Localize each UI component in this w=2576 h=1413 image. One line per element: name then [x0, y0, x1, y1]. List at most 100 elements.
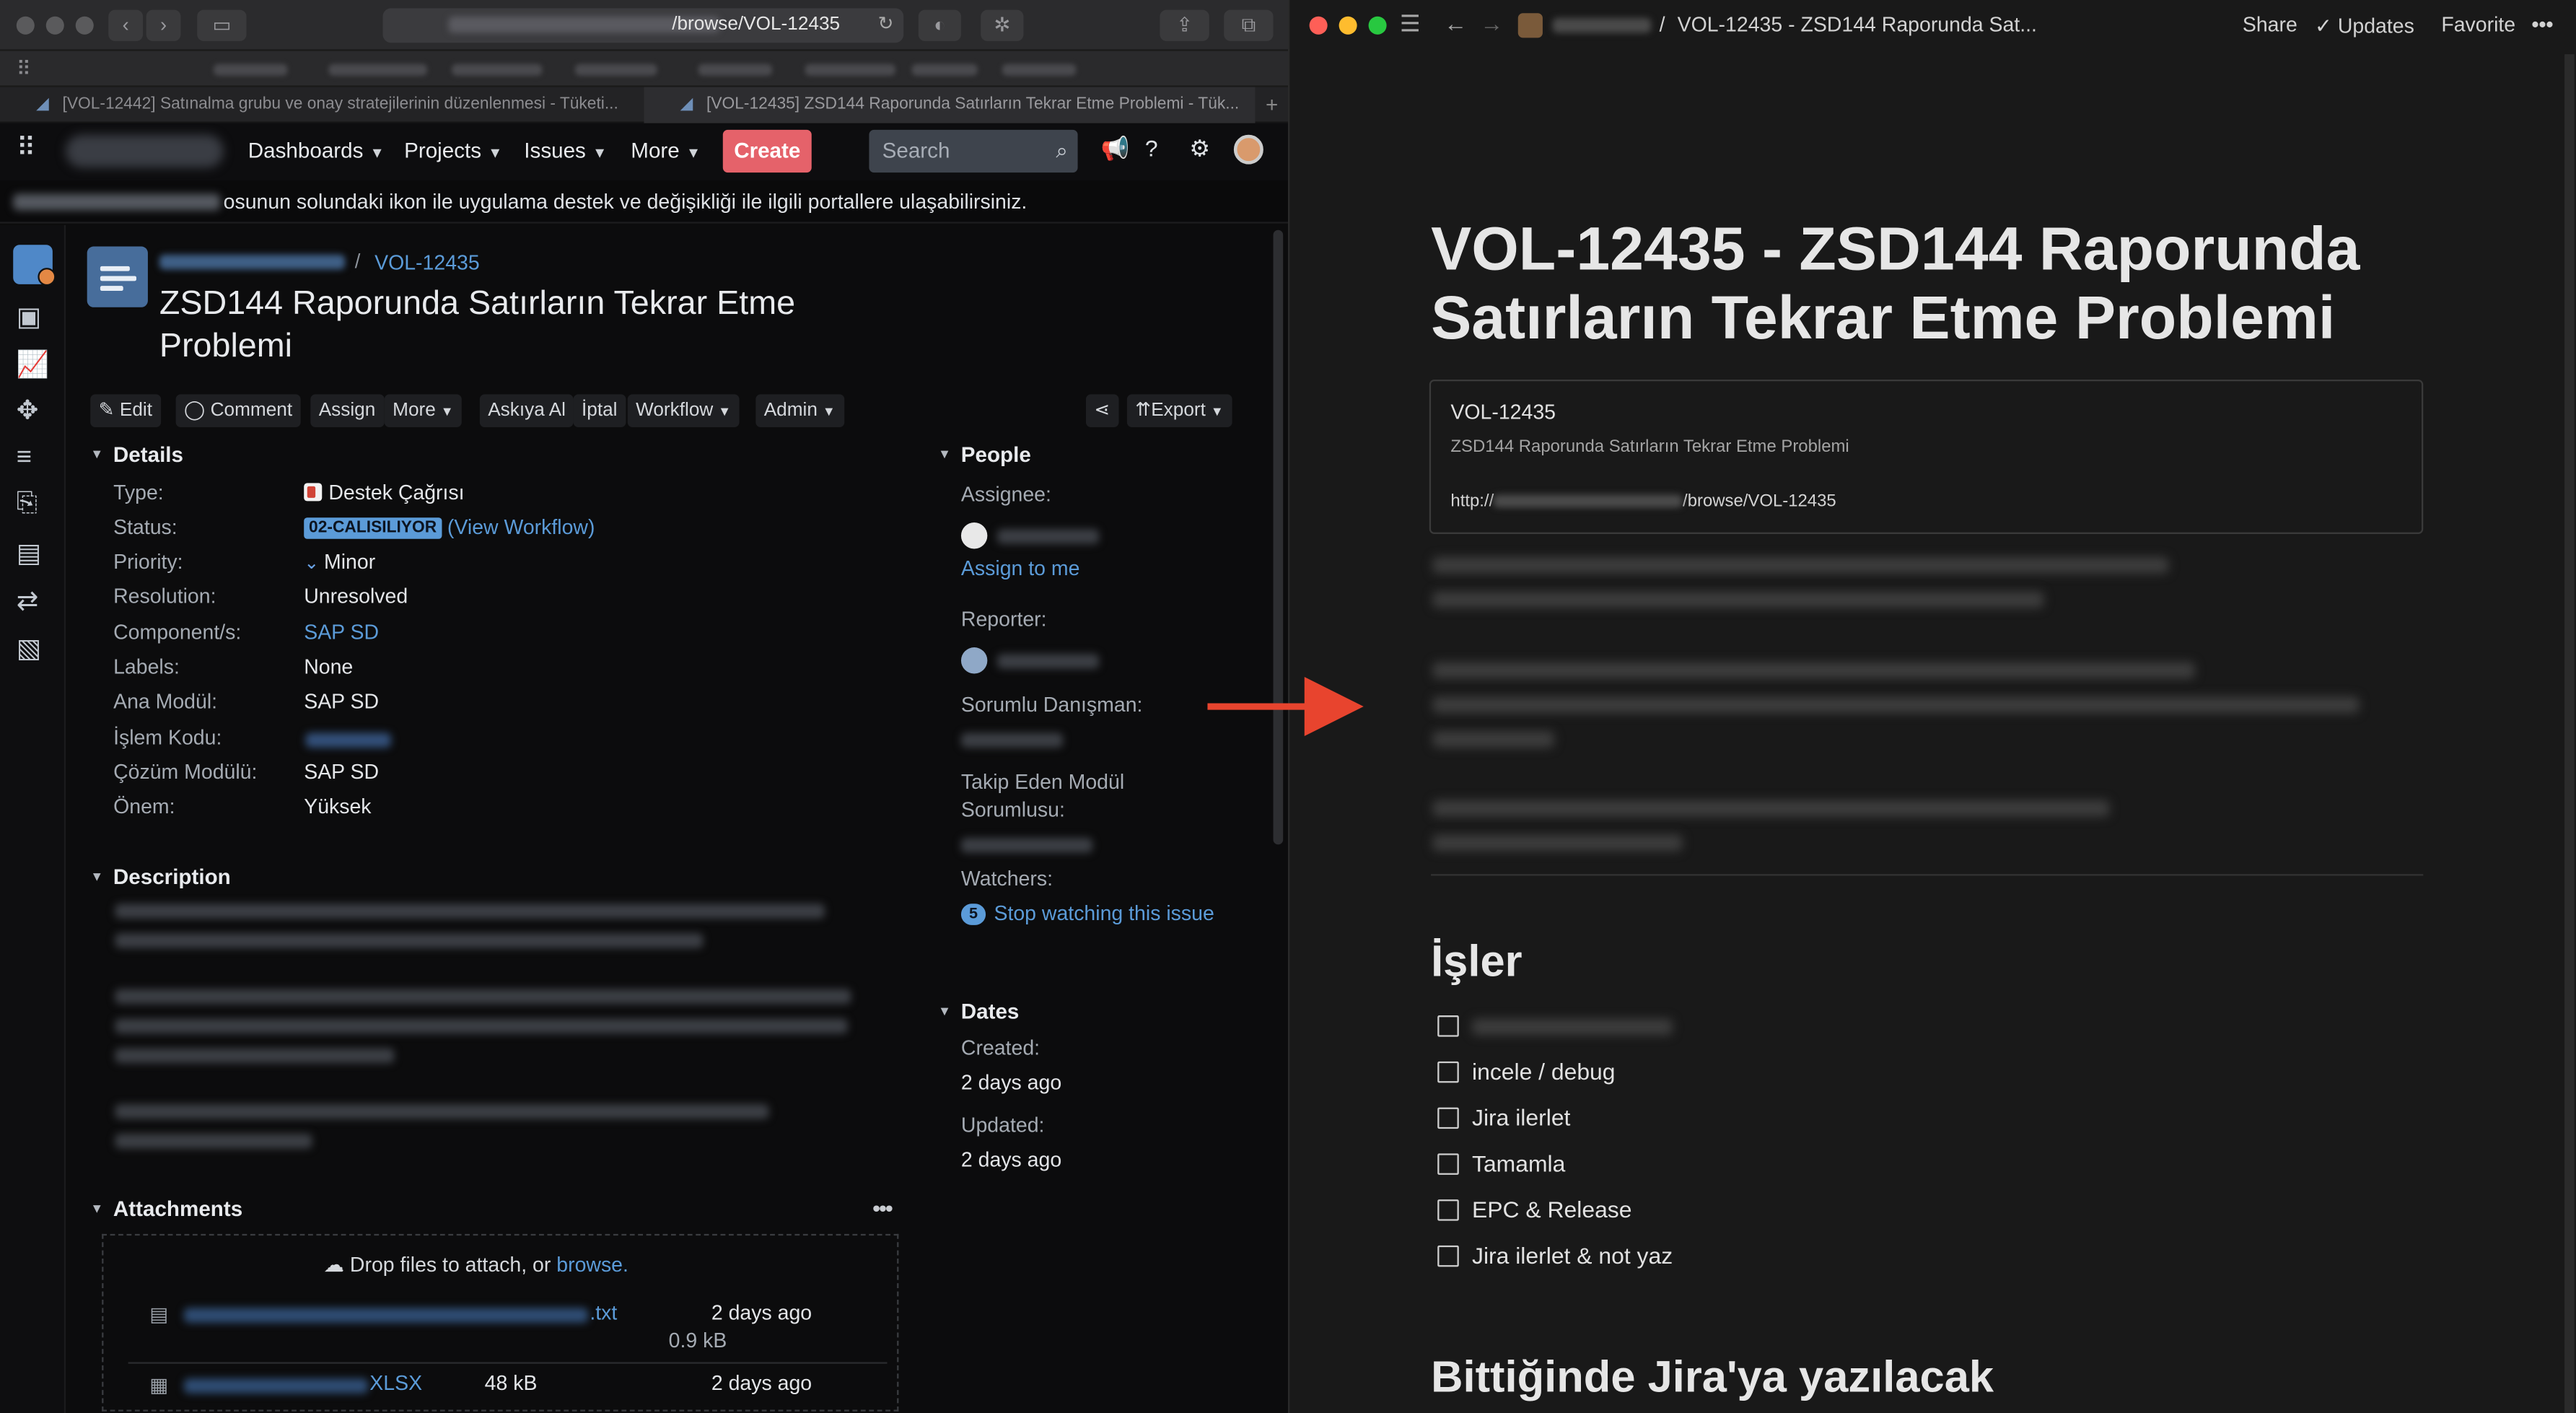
scrollbar[interactable]	[1273, 229, 1284, 845]
app-switcher-icon[interactable]: ⠿	[17, 136, 36, 162]
attachments-heading[interactable]: ▼ Attachments	[90, 1197, 242, 1221]
attachment-name-redacted[interactable]	[184, 1378, 369, 1394]
favorites-grid-icon[interactable]: ⠿	[17, 58, 31, 81]
issues-list-icon[interactable]: ≡	[17, 444, 32, 473]
browse-link[interactable]: browse.	[556, 1254, 628, 1277]
back-arrow-icon[interactable]: ←	[1444, 10, 1467, 36]
search-input[interactable]: Search ⌕	[869, 129, 1078, 173]
redacted-text-line[interactable]	[1432, 556, 2169, 574]
image-icon[interactable]: ▧	[17, 633, 41, 666]
redacted-text-line[interactable]	[1432, 834, 1683, 852]
privacy-icon[interactable]: ◐	[918, 9, 961, 41]
page-title[interactable]: VOL-12435 - ZSD144 Raporunda Satırların …	[1431, 215, 2482, 353]
breadcrumb-issue-key[interactable]: VOL-12435	[374, 251, 480, 274]
back-icon[interactable]: ‹	[108, 9, 144, 41]
view-workflow-link[interactable]: (View Workflow)	[447, 516, 595, 539]
browser-tab-active[interactable]: ◢ [VOL-12435] ZSD144 Raporunda Satırları…	[644, 87, 1256, 123]
dates-heading[interactable]: ▼ Dates	[938, 999, 1019, 1023]
close-window-button[interactable]	[1309, 16, 1328, 35]
tabs-overview-icon[interactable]: ⧉	[1224, 9, 1274, 41]
admin-button[interactable]: Admin ▼	[755, 394, 844, 427]
contacts-icon[interactable]: ▤	[17, 538, 41, 571]
scrollbar[interactable]	[2564, 54, 2575, 1413]
user-avatar[interactable]	[1233, 134, 1263, 165]
forward-arrow-icon[interactable]: →	[1480, 10, 1503, 36]
favorite-item[interactable]	[1002, 64, 1077, 76]
iptal-button[interactable]: İptal	[573, 394, 626, 427]
component-link[interactable]: SAP SD	[304, 621, 379, 644]
breadcrumb-page[interactable]: VOL-12435 - ZSD144 Raporunda Sat...	[1678, 13, 2037, 36]
close-window-button[interactable]	[16, 16, 35, 35]
forward-icon[interactable]: ›	[146, 9, 181, 41]
redacted-text-line[interactable]	[1432, 731, 1554, 748]
reporter-name-redacted[interactable]	[997, 654, 1100, 669]
favorite-item[interactable]	[328, 64, 427, 76]
zoom-window-button[interactable]	[1368, 16, 1387, 35]
share-button[interactable]: Share	[2243, 13, 2297, 36]
components-icon[interactable]: ✥	[17, 394, 39, 427]
extension-icon[interactable]: ✲	[981, 9, 1024, 41]
browser-tab[interactable]: ◢ [VOL-12442] Satınalma grubu ve onay st…	[0, 87, 641, 123]
share-icon[interactable]: ⇪	[1160, 9, 1209, 41]
workflow-button[interactable]: Workflow ▼	[627, 394, 740, 427]
workspace-icon[interactable]	[1517, 13, 1543, 38]
favorite-item[interactable]	[698, 64, 773, 76]
sidebar-toggle-icon[interactable]: ▭	[197, 9, 247, 41]
nav-more[interactable]: More ▼	[631, 138, 701, 162]
nav-issues[interactable]: Issues ▼	[524, 138, 607, 162]
checkbox[interactable]	[1437, 1153, 1459, 1175]
stop-watching-link[interactable]: 5 Stop watching this issue	[960, 902, 1214, 925]
redacted-text-line[interactable]	[1432, 662, 2195, 679]
redacted-text-line[interactable]	[1432, 800, 2110, 817]
address-bar[interactable]: /browse/VOL-12435 ↻	[382, 8, 904, 43]
checkbox[interactable]	[1437, 1107, 1459, 1129]
favorite-item[interactable]	[911, 64, 978, 76]
assignee-name-redacted[interactable]	[997, 529, 1100, 544]
attachment-link[interactable]: .txt	[590, 1301, 617, 1324]
minimize-window-button[interactable]	[1339, 16, 1357, 35]
checkbox[interactable]	[1437, 1061, 1459, 1083]
askiya-al-button[interactable]: Askıya Al	[479, 394, 574, 427]
attachment-name-redacted[interactable]	[184, 1308, 589, 1323]
favorite-item[interactable]	[452, 64, 543, 76]
comment-button[interactable]: ◯ Comment	[175, 394, 301, 427]
details-heading[interactable]: ▼ Details	[90, 442, 183, 466]
megaphone-icon[interactable]: 📢	[1100, 135, 1129, 163]
redacted-text-line[interactable]	[1432, 696, 2360, 714]
company-logo[interactable]	[66, 134, 224, 168]
new-tab-icon[interactable]: +	[1266, 87, 1278, 123]
issue-title[interactable]: ZSD144 Raporunda Satırların Tekrar Etme …	[159, 283, 899, 368]
zoom-window-button[interactable]	[75, 16, 94, 35]
reload-icon[interactable]: ↻	[878, 8, 894, 43]
help-icon[interactable]: ?	[1145, 135, 1158, 161]
assign-to-me-link[interactable]: Assign to me	[961, 557, 1080, 580]
more-button[interactable]: More ▼	[384, 394, 463, 427]
nav-dashboards[interactable]: Dashboards ▼	[248, 138, 385, 162]
description-heading[interactable]: ▼ Description	[90, 865, 231, 889]
nav-projects[interactable]: Projects ▼	[404, 138, 502, 162]
bookmark-block[interactable]: VOL-12435 ZSD144 Raporunda Satırların Te…	[1429, 379, 2424, 534]
shuffle-icon[interactable]: ⇄	[17, 585, 39, 618]
board-icon[interactable]: ▣	[17, 301, 41, 334]
attachment-link[interactable]: XLSX	[369, 1372, 422, 1395]
more-options-icon[interactable]: •••	[872, 1194, 893, 1220]
menu-icon[interactable]: ☰	[1400, 10, 1421, 38]
pages-icon[interactable]: ⎘	[17, 489, 38, 519]
people-heading[interactable]: ▼ People	[938, 442, 1031, 466]
create-button[interactable]: Create	[722, 129, 812, 173]
share-icon[interactable]: ⋖	[1085, 394, 1118, 427]
workspace-name-redacted[interactable]	[1552, 18, 1652, 33]
reports-icon[interactable]: 📈	[17, 349, 49, 382]
favorite-item[interactable]	[213, 64, 288, 76]
project-avatar-icon[interactable]	[13, 245, 56, 286]
favorite-button[interactable]: Favorite	[2441, 13, 2515, 36]
minimize-window-button[interactable]	[45, 16, 64, 35]
bittiginde-heading[interactable]: Bittiğinde Jira'ya yazılacak	[1431, 1352, 1994, 1404]
redacted-text-line[interactable]	[1432, 591, 2044, 608]
favorite-item[interactable]	[574, 64, 657, 76]
edit-button[interactable]: ✎ Edit	[90, 394, 161, 427]
checkbox[interactable]	[1437, 1015, 1459, 1037]
gear-icon[interactable]: ⚙	[1189, 135, 1210, 163]
favorite-item[interactable]	[805, 64, 895, 76]
updates-button[interactable]: ✓ Updates	[2315, 13, 2414, 38]
